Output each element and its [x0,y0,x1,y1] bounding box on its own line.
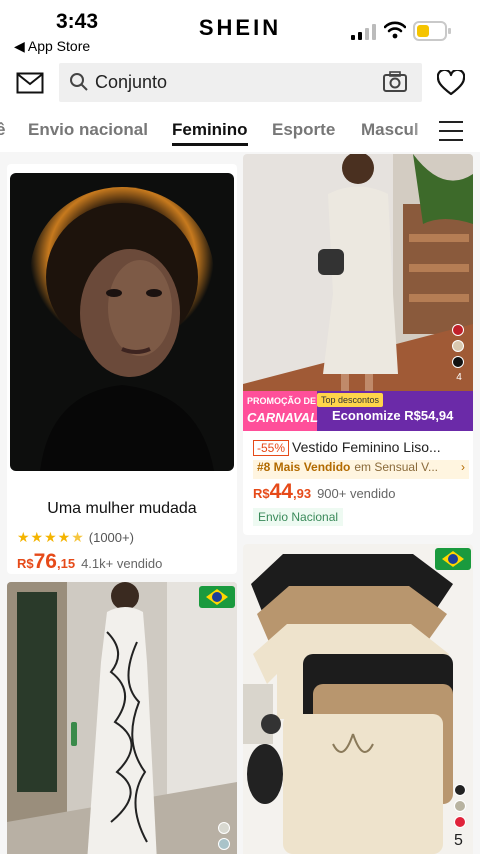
product-card[interactable]: 4 PROMOÇÃO DE CARNAVAL Top descontos Eco… [243,154,473,535]
brazil-flag-icon [199,586,235,608]
product-image-dress[interactable] [243,154,473,429]
battery-icon [413,21,451,41]
price: R$76,15 [17,550,76,573]
promo-tag: Top descontos [317,393,384,407]
color-swatch[interactable] [218,838,230,850]
color-swatch[interactable] [454,816,466,828]
promo-line2: CARNAVAL [247,410,319,425]
sold-count: 4.1k+ vendido [81,556,163,571]
price-row: R$76,15 4.1k+ vendido [17,550,162,574]
search-icon [70,73,88,91]
rating-stars: ★★★★★ (1000+) [17,529,134,545]
shipping-badge: Envio Nacional [253,508,344,526]
product-title[interactable]: Uma mulher mudada [7,500,237,518]
product-card[interactable] [7,582,237,854]
color-swatch[interactable] [452,340,464,352]
price-row: R$44,93 900+ vendido [253,480,396,504]
color-swatch[interactable] [454,784,466,796]
color-swatch[interactable] [452,356,464,368]
color-swatches[interactable]: 4 [452,324,466,383]
color-count: 4 [456,372,462,383]
product-feed[interactable]: Uma mulher mudada ★★★★★ (1000+) R$76,15 4.… [0,152,480,854]
mail-icon[interactable] [16,72,44,94]
cellular-signal-icon [351,24,376,40]
rating-count: (1000+) [88,530,134,545]
search-bar[interactable] [59,63,422,102]
category-tabs: ê Envio nacional Feminino Esporte Mascul [0,112,480,152]
promo-banner: PROMOÇÃO DE CARNAVAL Top descontos Econo… [243,391,473,431]
product-image-portrait[interactable] [10,173,234,471]
tab-partial[interactable]: ê [0,120,5,140]
search-input[interactable] [95,69,375,96]
promo-savings: Economize R$54,94 [332,408,454,423]
color-swatches[interactable]: 5 [454,784,466,850]
bestseller-badge[interactable]: #8 Mais Vendido em Sensual V... › [253,460,469,479]
camera-icon[interactable] [383,71,407,93]
color-swatches[interactable] [218,822,230,854]
brand-logo: SHEIN [198,15,282,40]
color-swatch[interactable] [218,822,230,834]
product-image-shorts-set[interactable] [243,544,473,854]
brazil-flag-icon [435,548,471,570]
product-image-jumpsuit[interactable] [7,582,237,854]
product-title[interactable]: Vestido Feminino Liso... [292,439,441,455]
tab-envio-nacional[interactable]: Envio nacional [28,120,148,140]
tab-feminino[interactable]: Feminino [172,120,248,146]
wifi-icon [384,21,406,39]
color-swatch[interactable] [452,324,464,336]
product-card[interactable]: Uma mulher mudada ★★★★★ (1000+) R$76,15 4.… [7,164,237,574]
wishlist-heart-icon[interactable] [437,70,465,96]
chevron-right-icon: › [461,460,465,474]
status-bar: 3:43 ◀ App Store SHEIN [0,0,480,58]
color-swatch[interactable] [454,800,466,812]
discount-badge: -55% [253,440,290,456]
tab-esporte[interactable]: Esporte [272,120,335,140]
product-card[interactable]: 5 [243,544,473,854]
sold-count: 900+ vendido [317,486,396,501]
product-title-line[interactable]: -55% Vestido Feminino Liso... [253,439,469,456]
hamburger-menu-icon[interactable] [439,121,463,141]
price: R$44,93 [253,480,312,503]
color-count: 5 [454,832,463,849]
promo-line1: PROMOÇÃO DE [247,396,317,406]
